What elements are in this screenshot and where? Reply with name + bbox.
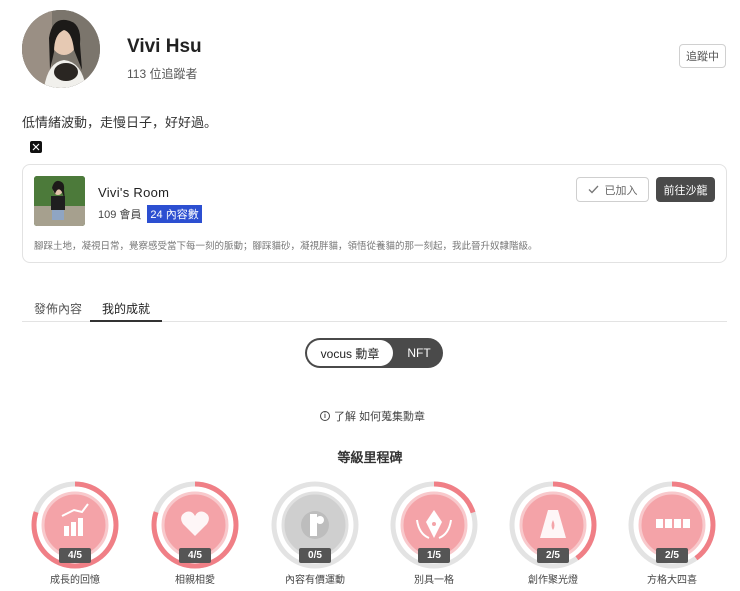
profile-name: Vivi Hsu — [127, 36, 202, 57]
badge-label: 創作聚光燈 — [528, 575, 578, 586]
badge-3[interactable]: 0/5 內容有價運動 — [270, 480, 360, 591]
check-icon — [588, 185, 598, 194]
room-card: Vivi's Room 109 會員 24 內容數 已加入 前往沙龍 腳踩土地，… — [22, 164, 727, 263]
badge-label: 相親相愛 — [175, 575, 215, 586]
toggle-vocus-badge[interactable]: vocus 勳章 — [307, 340, 393, 366]
badge-6[interactable]: 2/5 方格大四喜 — [627, 480, 717, 591]
coin-icon — [301, 511, 329, 539]
badge-2[interactable]: 4/5 相親相愛 — [150, 480, 240, 591]
room-thumbnail[interactable] — [34, 176, 85, 226]
section-title: 等級里程碑 — [337, 450, 403, 465]
room-members: 109 會員 — [98, 209, 142, 221]
learn-badges-link[interactable]: i 了解 如何蒐集勳章 — [320, 408, 425, 424]
toggle-nft[interactable]: NFT — [395, 338, 443, 368]
room-post-count: 24 內容數 — [147, 205, 202, 223]
avatar[interactable] — [22, 10, 100, 88]
badge-type-toggle: vocus 勳章 NFT — [305, 338, 443, 368]
badge-1[interactable]: 4/5 成長的回憶 — [30, 480, 120, 591]
joined-label: 已加入 — [604, 184, 638, 197]
badge-label: 方格大四喜 — [647, 575, 697, 586]
badge-progress-count: 0/5 — [299, 548, 331, 563]
tab-my-achievements[interactable]: 我的成就 — [90, 300, 163, 322]
room-stats: 109 會員 24 內容數 — [98, 205, 202, 223]
info-icon: i — [320, 411, 330, 421]
x-icon[interactable] — [30, 141, 42, 153]
badge-progress-count: 4/5 — [59, 548, 91, 563]
badge-5[interactable]: 2/5 創作聚光燈 — [508, 480, 598, 591]
badge-progress-count: 1/5 — [418, 548, 450, 563]
badge-progress-count: 4/5 — [179, 548, 211, 563]
badge-progress-count: 2/5 — [537, 548, 569, 563]
badge-label: 成長的回憶 — [50, 575, 100, 586]
profile-bio: 低情緒波動，走慢日子，好好過。 — [22, 115, 218, 130]
badge-progress-count: 2/5 — [656, 548, 688, 563]
tab-published-content[interactable]: 發佈內容 — [22, 300, 94, 322]
room-description: 腳踩土地，凝視日常，覺察感受當下每一刻的脈動；腳踩貓砂，凝視胖貓，領悟從養貓的那… — [34, 241, 538, 252]
go-to-salon-button[interactable]: 前往沙龍 — [656, 177, 715, 202]
badge-label: 別具一格 — [414, 575, 454, 586]
profile-tabs: 發佈內容 我的成就 — [22, 300, 727, 322]
following-button[interactable]: 追蹤中 — [679, 44, 726, 68]
badge-label: 內容有價運動 — [285, 575, 345, 586]
learn-label: 了解 如何蒐集勳章 — [334, 411, 426, 423]
joined-button[interactable]: 已加入 — [576, 177, 649, 202]
follower-count[interactable]: 113 位追蹤者 — [127, 65, 197, 82]
room-name[interactable]: Vivi's Room — [98, 185, 169, 200]
badge-4[interactable]: 1/5 別具一格 — [389, 480, 479, 591]
